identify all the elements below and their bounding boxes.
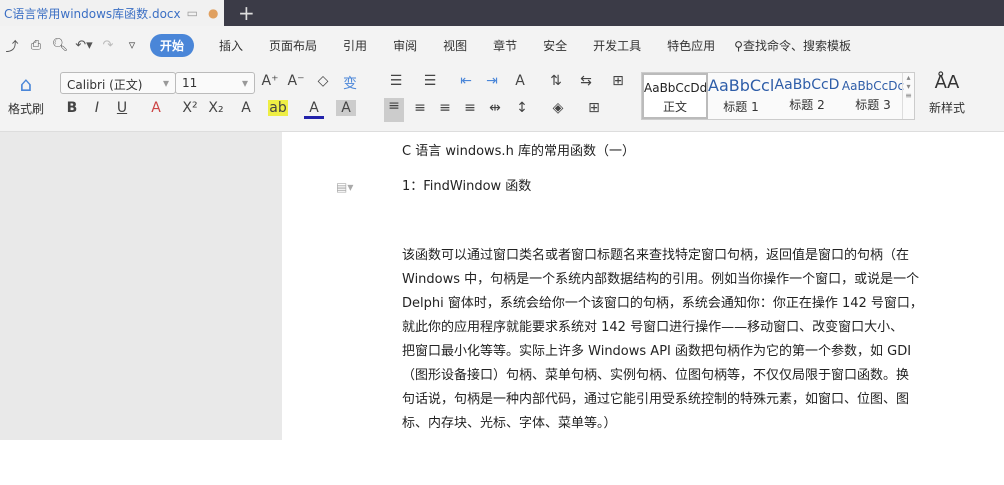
print-icon[interactable]: ⎙ <box>24 38 48 53</box>
shrink-font-icon[interactable]: A⁻ <box>286 73 306 89</box>
redo-icon[interactable]: ↷ <box>96 38 120 53</box>
table-icon[interactable]: ⊞ <box>608 73 628 89</box>
tab-developer[interactable]: 开发工具 <box>580 37 654 54</box>
clear-format-icon[interactable]: ◇ <box>313 73 333 89</box>
font-color-icon[interactable]: A <box>304 100 324 119</box>
new-style-icon: ÅA <box>934 72 960 93</box>
menu-bar: ⤴ ⎙ 🔍︎ ↶▾ ↷ ▿ 开始 插入 页面布局 引用 审阅 视图 章节 安全 … <box>0 26 1004 64</box>
outline-icon[interactable]: ▤▾ <box>336 180 353 194</box>
new-style-button[interactable]: ÅA 新样式 <box>922 72 972 116</box>
paragraph-line: Windows 中，句柄是一个系统内部数据结构的引用。例如当你操作一个窗口，或说… <box>402 272 920 287</box>
left-margin-area <box>0 132 282 440</box>
new-tab-button[interactable]: + <box>238 1 255 25</box>
font-size-select[interactable]: 11 ▾ <box>175 72 255 94</box>
search-label: 查找命令、搜索模板 <box>742 38 851 53</box>
char-shading-icon[interactable]: A <box>336 100 356 116</box>
format-painter-label: 格式刷 <box>7 102 44 116</box>
paragraph-line: 该函数可以通过窗口类名或者窗口标题名来查找特定窗口句柄，返回值是窗口的句柄（在 <box>402 248 910 263</box>
align-center-icon[interactable]: ≡ <box>410 100 430 116</box>
document-tab-title: C语言常用windows库函数.docx <box>4 6 181 21</box>
bold-icon[interactable]: B <box>62 100 82 116</box>
borders-icon[interactable]: ⊞ <box>584 100 604 116</box>
align-left-icon[interactable]: ≡ <box>384 98 404 122</box>
search-icon: ⚲ <box>734 38 743 53</box>
underline-icon[interactable]: U <box>112 100 132 116</box>
tab-special[interactable]: 特色应用 <box>654 37 728 54</box>
print-preview-icon[interactable]: 🔍︎ <box>48 38 72 53</box>
sort-icon[interactable]: ⇅ <box>546 73 566 89</box>
increase-indent-icon[interactable]: ⇥ <box>482 73 502 89</box>
bottom-area <box>0 440 282 485</box>
tab-references[interactable]: 引用 <box>330 37 380 54</box>
style-gallery: AaBbCcDd 正文 AaBbCcl 标题 1 AaBbCcD 标题 2 AaBbC… <box>641 72 915 120</box>
superscript-icon[interactable]: X² <box>180 100 200 116</box>
text-effect-icon[interactable]: A <box>236 100 256 116</box>
tab-bar: C语言常用windows库函数.docx ▭ ● + <box>0 0 1004 26</box>
unsaved-dot-icon: ● <box>207 6 219 20</box>
style-normal[interactable]: AaBbCcDd 正文 <box>642 73 708 119</box>
style-heading-1[interactable]: AaBbCcl 标题 1 <box>708 73 774 119</box>
show-marks-icon[interactable]: ⇆ <box>576 73 596 89</box>
toolbar: ⌂ 格式刷 Calibri (正文) ▾ 11 ▾ A⁺ A⁻ ◇ 变 B I U … <box>0 64 1004 132</box>
paragraph-line: 就此你的应用程序就能要求系统对 142 号窗口进行操作——移动窗口、改变窗口大小… <box>402 320 904 335</box>
new-style-label: 新样式 <box>928 101 965 115</box>
phonetic-icon[interactable]: 变 <box>340 73 360 93</box>
highlight-icon[interactable]: ab <box>268 100 288 116</box>
customize-icon[interactable]: ▿ <box>120 38 144 53</box>
text-direction-icon[interactable]: A <box>510 73 530 89</box>
format-painter-button[interactable]: ⌂ 格式刷 <box>6 72 46 117</box>
tab-page-layout[interactable]: 页面布局 <box>256 37 330 54</box>
paragraph-line: （图形设备接口）句柄、菜单句柄、实例句柄、位图句柄等，不仅仅局限于窗口函数。换 <box>402 368 910 383</box>
monitor-icon: ▭ <box>186 6 198 20</box>
align-right-icon[interactable]: ≡ <box>435 100 455 116</box>
grow-font-icon[interactable]: A⁺ <box>260 73 280 89</box>
paragraph-line: 把窗口最小化等等。实际上许多 Windows API 函数把句柄作为它的第一个参… <box>402 344 912 359</box>
document-tab[interactable]: C语言常用windows库函数.docx ▭ ● <box>0 0 224 26</box>
tab-view[interactable]: 视图 <box>430 37 480 54</box>
font-select[interactable]: Calibri (正文) ▾ <box>60 72 176 94</box>
strikethrough-icon[interactable]: A <box>146 100 166 116</box>
bullet-list-icon[interactable]: ☰ <box>386 73 406 89</box>
quick-icon[interactable]: ⤴ <box>0 36 24 55</box>
tab-insert[interactable]: 插入 <box>206 37 256 54</box>
line-spacing-icon[interactable]: ↕ <box>512 100 532 116</box>
paragraph-line: Delphi 窗体时，系统会给你一个该窗口的句柄，系统会通知你：你正在操作 14… <box>402 296 923 311</box>
italic-icon[interactable]: I <box>87 100 107 116</box>
tab-home[interactable]: 开始 <box>150 33 195 57</box>
style-scrollbar[interactable]: ▴ ▾ ≡ <box>902 73 914 119</box>
distribute-icon[interactable]: ⇹ <box>485 100 505 116</box>
tab-review[interactable]: 审阅 <box>380 37 430 54</box>
doc-heading: 1：FindWindow 函数 <box>402 179 532 194</box>
paragraph-line: 标、内存块、光标、字体、菜单等。） <box>402 416 617 431</box>
paintbrush-icon: ⌂ <box>19 72 33 96</box>
subscript-icon[interactable]: X₂ <box>206 100 226 116</box>
style-heading-3[interactable]: AaBbCcDc 标题 3 <box>840 73 906 119</box>
justify-icon[interactable]: ≡ <box>460 100 480 116</box>
undo-icon[interactable]: ↶▾ <box>72 38 96 53</box>
paragraph-line: 句话说，句柄是一种内部代码，通过它能引用受系统控制的特殊元素，如窗口、位图、图 <box>402 392 910 407</box>
tab-security[interactable]: 安全 <box>530 37 580 54</box>
style-heading-2[interactable]: AaBbCcD 标题 2 <box>774 73 840 119</box>
doc-title: C 语言 windows.h 库的常用函数（一） <box>402 144 635 159</box>
decrease-indent-icon[interactable]: ⇤ <box>456 73 476 89</box>
tab-section[interactable]: 章节 <box>480 37 530 54</box>
shading-icon[interactable]: ◈ <box>548 100 568 116</box>
search-command[interactable]: ⚲查找命令、搜索模板 <box>734 37 851 54</box>
numbered-list-icon[interactable]: ☰ <box>420 73 440 89</box>
